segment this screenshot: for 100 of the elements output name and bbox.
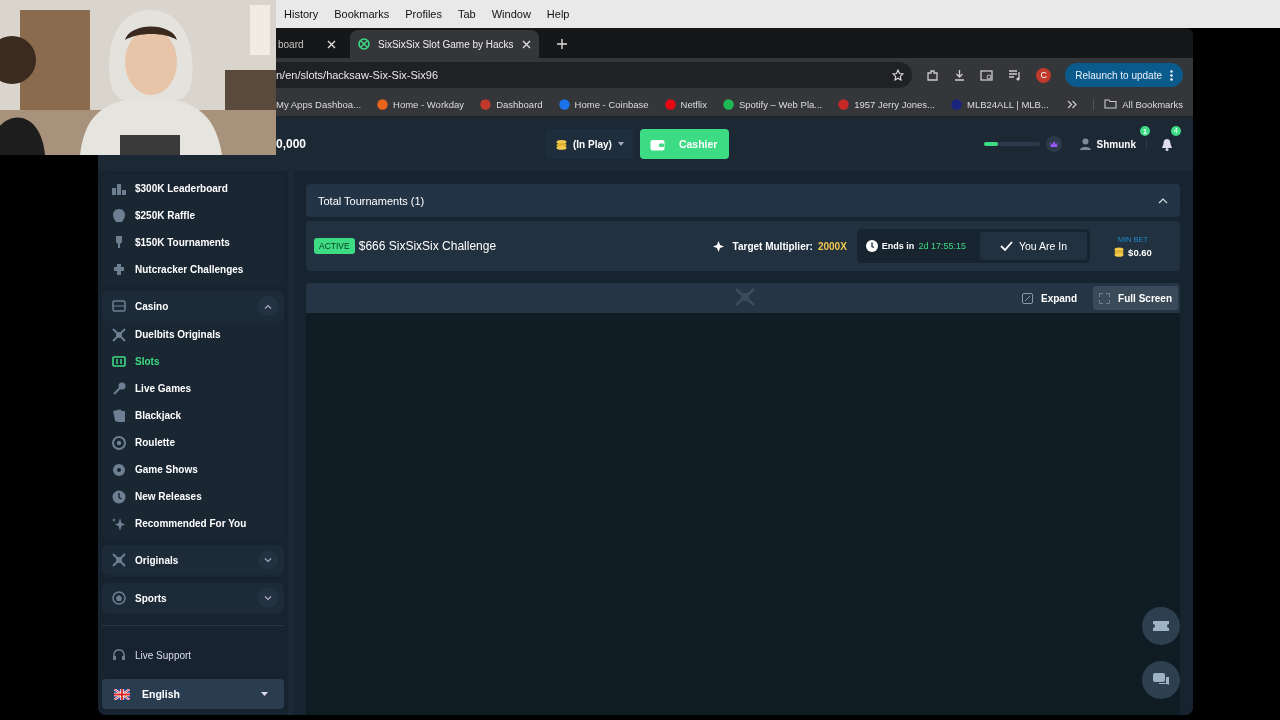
balance-amount: 0,000 <box>276 137 308 151</box>
chevron-up-icon <box>264 303 272 309</box>
site-icon <box>722 98 734 110</box>
site-icon <box>358 38 370 50</box>
bookmark[interactable]: Spotify – Web Pla... <box>722 98 823 110</box>
target-value: 2000X <box>817 240 847 252</box>
sidebar-item[interactable]: Nutcracker Challenges <box>102 256 284 283</box>
section-header[interactable]: Originals <box>102 545 284 575</box>
ticket-button[interactable] <box>1142 607 1180 645</box>
user-icon <box>1079 138 1091 150</box>
media-icon <box>1008 69 1023 81</box>
menu-item[interactable]: Profiles <box>397 8 450 20</box>
wallet-dropdown[interactable]: (In Play) <box>546 129 634 159</box>
sidebar-item[interactable]: Slots <box>102 348 284 375</box>
cards-icon <box>112 408 126 423</box>
coins-icon <box>1114 247 1125 257</box>
bell-icon <box>1161 137 1173 151</box>
section-header[interactable]: Sports <box>102 583 284 613</box>
relaunch-button[interactable]: Relaunch to update <box>1065 63 1183 87</box>
balloon-icon <box>112 208 126 223</box>
site-icon <box>664 98 676 110</box>
close-icon <box>521 39 531 49</box>
microphone-icon <box>112 381 126 396</box>
page-search-icon <box>980 68 995 82</box>
wallet-icon <box>649 137 665 151</box>
menu-item[interactable]: Bookmarks <box>326 8 398 20</box>
language-selector[interactable]: English <box>102 679 284 709</box>
clock-icon <box>865 240 878 252</box>
flag-icon <box>114 688 130 700</box>
min-bet-value: $0.60 <box>1128 246 1152 258</box>
sword-icon <box>112 553 126 567</box>
section-header[interactable]: Casino <box>102 291 284 321</box>
chevrons-icon <box>1067 99 1078 109</box>
bookmark[interactable]: Home - Coinbase <box>558 98 649 110</box>
sidebar-item[interactable]: Game Shows <box>102 456 284 483</box>
countdown: 2d 17:55:15 <box>918 241 966 251</box>
menu-item[interactable]: History <box>276 8 327 20</box>
menu-item[interactable]: Window <box>483 8 539 20</box>
sparkle-icon <box>712 240 724 252</box>
caret-icon <box>261 692 268 696</box>
coins-icon <box>556 138 567 150</box>
folder-icon <box>1104 99 1118 109</box>
podium-icon <box>112 181 126 196</box>
site-icon <box>377 98 389 110</box>
ends-label: Ends in <box>881 241 915 251</box>
bookmark[interactable]: MLB24ALL | MLB... <box>951 98 1049 110</box>
close-icon <box>327 39 336 49</box>
ticket-icon <box>1153 621 1169 631</box>
target-label: Target Multiplier: <box>732 240 813 252</box>
headset-icon <box>112 648 126 663</box>
sidebar-item[interactable]: $300K Leaderboard <box>102 175 284 202</box>
bookmark[interactable]: 1957 Jerry Jones... <box>838 98 935 110</box>
fullscreen-button[interactable]: Full Screen <box>1093 286 1178 310</box>
more-icon <box>1170 69 1173 81</box>
sidebar-item[interactable]: Blackjack <box>102 402 284 429</box>
bookmark[interactable]: All Bookmarks <box>1093 98 1183 110</box>
expand-button[interactable]: Expand <box>1015 286 1084 310</box>
expand-icon <box>1021 292 1033 304</box>
star-icon <box>892 69 905 81</box>
download-icon <box>953 68 967 82</box>
sidebar-item[interactable]: Recommended For You <box>102 510 284 537</box>
live-support-link[interactable]: Live Support <box>102 642 284 669</box>
status-badge: ACTIVE <box>314 238 355 254</box>
sidebar-item[interactable]: New Releases <box>102 483 284 510</box>
chevron-down-icon <box>264 557 272 563</box>
site-icon <box>480 98 492 110</box>
bookmark[interactable]: Home - Workday <box>377 98 465 110</box>
site-icon <box>838 98 850 110</box>
menu-item[interactable]: Help <box>538 8 578 20</box>
crossed-swords-icon <box>734 287 756 307</box>
sparkle-icon <box>112 516 126 531</box>
rank-icon <box>1045 136 1062 152</box>
browser-tab[interactable]: SixSixSix Slot Game by Hacks <box>350 30 539 58</box>
check-icon <box>999 241 1013 251</box>
table-icon <box>112 299 126 313</box>
tournament-name: $666 SixSixSix Challenge <box>358 239 498 253</box>
roulette-icon <box>112 435 126 450</box>
chat-button[interactable] <box>1142 661 1180 699</box>
bookmark[interactable]: Netflix <box>664 98 707 110</box>
slot-machine-icon <box>112 354 126 369</box>
profile-avatar[interactable]: C <box>1036 67 1052 83</box>
sidebar-item[interactable]: Roulette <box>102 429 284 456</box>
sidebar-item[interactable]: Live Games <box>102 375 284 402</box>
bookmark[interactable]: Dashboard <box>480 98 543 110</box>
bookmark[interactable]: My Apps Dashboa... <box>276 98 362 110</box>
browser-tab[interactable]: board <box>276 30 344 58</box>
tournaments-header[interactable]: Total Tournaments (1) <box>306 184 1180 217</box>
clock-icon <box>112 489 126 504</box>
caret-icon <box>617 142 624 146</box>
sidebar-item[interactable]: Duelbits Originals <box>102 321 284 348</box>
sword-icon <box>112 327 126 342</box>
joined-status: You Are In <box>979 232 1087 260</box>
new-tab-icon <box>556 39 567 49</box>
menu-item[interactable]: Tab <box>449 8 484 20</box>
ball-icon <box>112 591 126 605</box>
address-bar[interactable]: n/en/slots/hacksaw-Six-Six-Six96 <box>276 62 913 88</box>
sidebar-item[interactable]: $250K Raffle <box>102 202 284 229</box>
chevron-down-icon <box>264 595 272 601</box>
sidebar-item[interactable]: $150K Tournaments <box>102 229 284 256</box>
chevron-up-icon <box>1158 197 1168 204</box>
